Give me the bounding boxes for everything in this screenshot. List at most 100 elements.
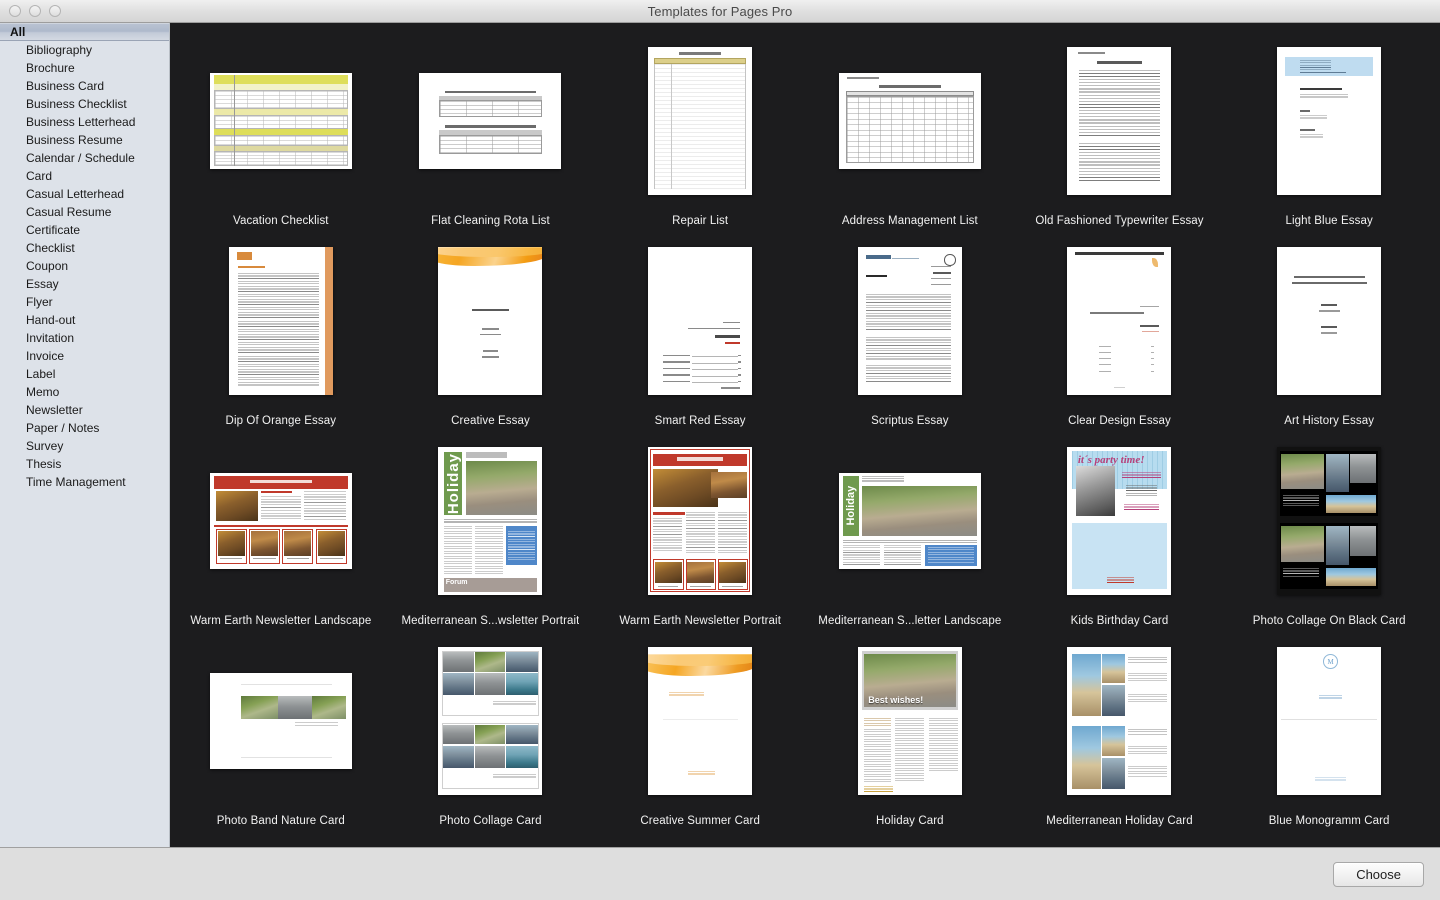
sidebar-item-business-checklist[interactable]: Business Checklist — [0, 95, 169, 113]
template-thumbnail-wrap[interactable] — [805, 31, 1015, 210]
sidebar-item-calendar-schedule[interactable]: Calendar / Schedule — [0, 149, 169, 167]
template-thumbnail-photo-collage-black[interactable] — [1277, 446, 1382, 595]
template-thumbnail-wrap[interactable]: it´s party time! — [1015, 431, 1225, 610]
template-thumbnail-kids-birthday-card[interactable]: it´s party time! — [1067, 446, 1172, 595]
template-thumbnail-blue-monogramm-card[interactable]: M — [1277, 646, 1382, 795]
template-thumbnail-wrap[interactable] — [595, 631, 805, 810]
template-item[interactable]: Address Management List — [805, 31, 1015, 231]
sidebar-item-coupon[interactable]: Coupon — [0, 257, 169, 275]
template-item[interactable]: Best wishes! Holiday Card — [805, 631, 1015, 831]
template-thumbnail-creative-summer-card[interactable] — [648, 646, 753, 795]
template-item[interactable]: Photo Band Nature Card — [176, 631, 386, 831]
template-thumbnail-wrap[interactable] — [386, 31, 596, 210]
template-thumbnail-wrap[interactable] — [1224, 431, 1434, 610]
template-thumbnail-wrap[interactable] — [595, 231, 805, 410]
template-thumbnail-address-management[interactable] — [838, 72, 981, 169]
template-item[interactable]: M Blue Monogramm Card — [1224, 631, 1434, 831]
template-item[interactable]: Repair List — [595, 31, 805, 231]
template-thumbnail-mediterranean-holiday[interactable] — [1067, 646, 1172, 795]
template-thumbnail-wrap[interactable] — [595, 31, 805, 210]
sidebar-item-essay[interactable]: Essay — [0, 275, 169, 293]
template-thumbnail-mediterranean-portrait[interactable]: Holiday Forum — [438, 446, 543, 595]
template-item[interactable]: Warm Earth Newsletter Landscape — [176, 431, 386, 631]
template-item[interactable]: Smart Red Essay — [595, 231, 805, 431]
template-thumbnail-wrap[interactable] — [176, 431, 386, 610]
sidebar-item-casual-resume[interactable]: Casual Resume — [0, 203, 169, 221]
template-thumbnail-clear-design-essay[interactable] — [1067, 246, 1172, 395]
template-item[interactable]: it´s party time! Kids Birthday Card — [1015, 431, 1225, 631]
sidebar-item-all[interactable]: All — [0, 23, 169, 41]
template-item[interactable]: Light Blue Essay — [1224, 31, 1434, 231]
template-item[interactable]: Holiday Mediterranean S...letter Landscap… — [805, 431, 1015, 631]
sidebar-item-invitation[interactable]: Invitation — [0, 329, 169, 347]
template-thumbnail-scriptus-essay[interactable] — [857, 246, 962, 395]
sidebar-item-card[interactable]: Card — [0, 167, 169, 185]
template-thumbnail-wrap[interactable] — [1015, 631, 1225, 810]
template-thumbnail-warm-earth-landscape[interactable] — [209, 472, 352, 569]
template-item[interactable]: Holiday Forum Mediterranean S...wsletter P… — [386, 431, 596, 631]
template-thumbnail-typewriter-essay[interactable] — [1067, 46, 1172, 195]
sidebar-item-casual-letterhead[interactable]: Casual Letterhead — [0, 185, 169, 203]
template-item[interactable]: Dip Of Orange Essay — [176, 231, 386, 431]
template-thumbnail-holiday-card[interactable]: Best wishes! — [857, 646, 962, 795]
template-thumbnail-wrap[interactable] — [176, 231, 386, 410]
template-item[interactable]: Warm Earth Newsletter Portrait — [595, 431, 805, 631]
sidebar-item-time-management[interactable]: Time Management — [0, 473, 169, 491]
template-item[interactable]: Photo Collage Card — [386, 631, 596, 831]
template-thumbnail-flat-cleaning-rota[interactable] — [419, 72, 562, 169]
template-thumbnail-photo-collage-card[interactable] — [438, 646, 543, 795]
template-gallery[interactable]: Vacation Checklist Flat Cleaning Rota Lis… — [170, 23, 1440, 847]
category-sidebar[interactable]: All Bibliography Brochure Business Card Busi… — [0, 23, 170, 847]
sidebar-item-brochure[interactable]: Brochure — [0, 59, 169, 77]
template-thumbnail-wrap[interactable] — [805, 231, 1015, 410]
zoom-button[interactable] — [49, 5, 61, 17]
template-item[interactable]: Photo Collage On Black Card — [1224, 431, 1434, 631]
template-thumbnail-dip-orange-essay[interactable] — [228, 246, 333, 395]
template-thumbnail-wrap[interactable]: Holiday Forum — [386, 431, 596, 610]
template-item[interactable]: Creative Essay — [386, 231, 596, 431]
template-thumbnail-wrap[interactable] — [386, 231, 596, 410]
sidebar-item-invoice[interactable]: Invoice — [0, 347, 169, 365]
template-thumbnail-repair-list[interactable] — [648, 46, 753, 195]
sidebar-item-flyer[interactable]: Flyer — [0, 293, 169, 311]
close-button[interactable] — [9, 5, 21, 17]
template-thumbnail-wrap[interactable] — [176, 631, 386, 810]
template-thumbnail-light-blue-essay[interactable] — [1277, 46, 1382, 195]
template-thumbnail-wrap[interactable]: Holiday — [805, 431, 1015, 610]
template-thumbnail-photo-band-nature[interactable] — [209, 672, 352, 769]
sidebar-item-newsletter[interactable]: Newsletter — [0, 401, 169, 419]
template-thumbnail-art-history-essay[interactable] — [1277, 246, 1382, 395]
sidebar-item-memo[interactable]: Memo — [0, 383, 169, 401]
template-item[interactable]: Art History Essay — [1224, 231, 1434, 431]
sidebar-item-paper-notes[interactable]: Paper / Notes — [0, 419, 169, 437]
template-thumbnail-mediterranean-landscape[interactable]: Holiday — [838, 472, 981, 569]
sidebar-item-business-card[interactable]: Business Card — [0, 77, 169, 95]
sidebar-item-business-resume[interactable]: Business Resume — [0, 131, 169, 149]
sidebar-item-business-letterhead[interactable]: Business Letterhead — [0, 113, 169, 131]
template-item[interactable]: Vacation Checklist — [176, 31, 386, 231]
template-thumbnail-wrap[interactable] — [176, 31, 386, 210]
sidebar-item-survey[interactable]: Survey — [0, 437, 169, 455]
minimize-button[interactable] — [29, 5, 41, 17]
template-thumbnail-smart-red-essay[interactable] — [648, 246, 753, 395]
template-item[interactable]: Mediterranean Holiday Card — [1015, 631, 1225, 831]
template-thumbnail-vacation-checklist[interactable] — [209, 72, 352, 169]
template-thumbnail-wrap[interactable] — [1224, 231, 1434, 410]
template-thumbnail-wrap[interactable]: M — [1224, 631, 1434, 810]
template-thumbnail-wrap[interactable]: Best wishes! — [805, 631, 1015, 810]
sidebar-item-label[interactable]: Label — [0, 365, 169, 383]
template-item[interactable]: Scriptus Essay — [805, 231, 1015, 431]
template-thumbnail-creative-essay[interactable] — [438, 246, 543, 395]
sidebar-item-hand-out[interactable]: Hand-out — [0, 311, 169, 329]
template-thumbnail-wrap[interactable] — [1015, 31, 1225, 210]
sidebar-item-thesis[interactable]: Thesis — [0, 455, 169, 473]
template-thumbnail-wrap[interactable] — [1015, 231, 1225, 410]
template-thumbnail-wrap[interactable] — [386, 631, 596, 810]
sidebar-item-bibliography[interactable]: Bibliography — [0, 41, 169, 59]
sidebar-item-checklist[interactable]: Checklist — [0, 239, 169, 257]
choose-button[interactable]: Choose — [1333, 861, 1424, 887]
template-item[interactable]: Flat Cleaning Rota List — [386, 31, 596, 231]
template-thumbnail-wrap[interactable] — [595, 431, 805, 610]
template-thumbnail-wrap[interactable] — [1224, 31, 1434, 210]
template-thumbnail-warm-earth-portrait[interactable] — [648, 446, 753, 595]
